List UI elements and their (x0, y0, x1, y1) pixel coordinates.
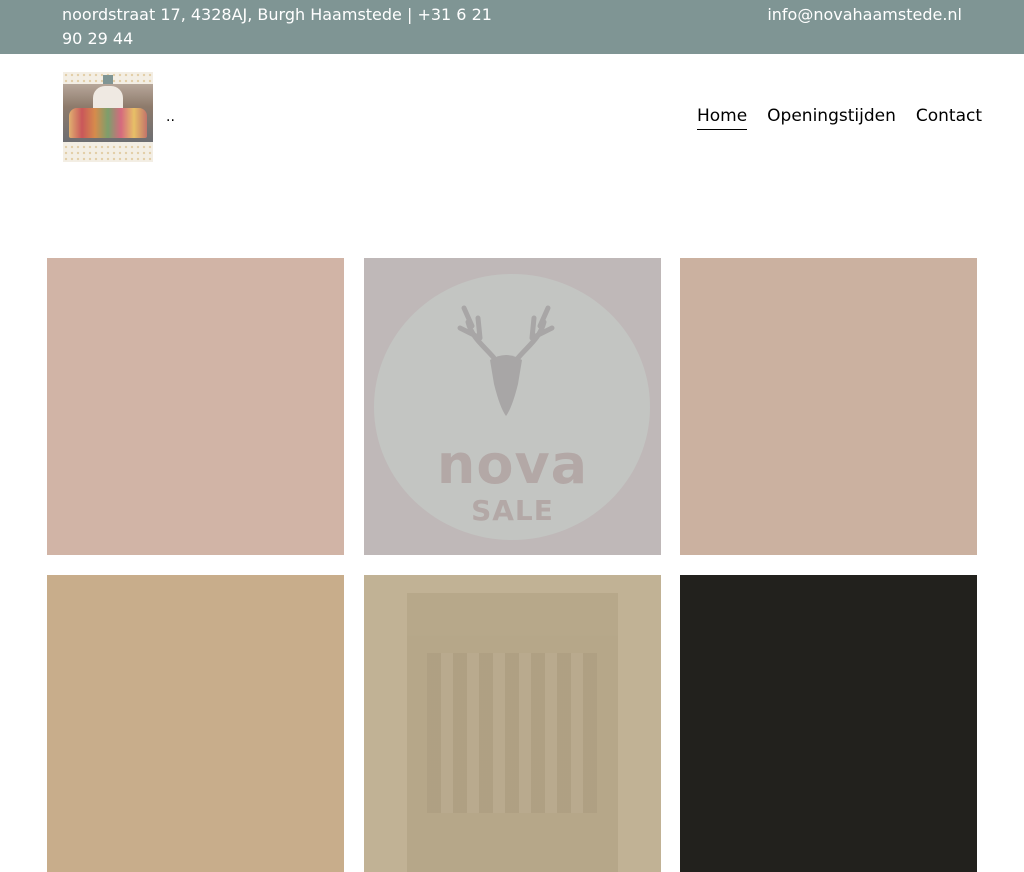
logo-badge (103, 75, 113, 84)
gallery-tile-1[interactable] (47, 258, 344, 555)
shopfront-image (407, 593, 618, 872)
site-header: .. Home Openingstijden Contact (0, 54, 1024, 184)
gallery-tile-sale[interactable]: nova SALE (364, 258, 661, 555)
logo-photo (63, 84, 153, 142)
logo-building (93, 86, 123, 108)
logo-people (69, 108, 147, 138)
deer-head-icon (457, 305, 555, 416)
gallery-tile-3[interactable] (680, 258, 977, 555)
shopfront-window (427, 653, 597, 813)
gallery-tile-shopfront[interactable] (364, 575, 661, 872)
main-nav: Home Openingstijden Contact (696, 104, 982, 130)
nav-item-contact[interactable]: Contact (916, 104, 982, 130)
gallery-tile-4[interactable] (47, 575, 344, 872)
site-title[interactable]: .. (166, 106, 178, 128)
nav-item-openingstijden[interactable]: Openingstijden (767, 104, 896, 130)
email-link[interactable]: info@novahaamstede.nl (767, 3, 962, 27)
store-address: noordstraat 17, 4328AJ, Burgh Haamstede … (62, 5, 492, 48)
site-logo[interactable] (63, 72, 153, 162)
sale-label: SALE (471, 494, 554, 527)
top-info-bar: noordstraat 17, 4328AJ, Burgh Haamstede … (0, 0, 1024, 54)
nav-item-home[interactable]: Home (696, 104, 748, 130)
nova-logo-text: nova (436, 433, 589, 496)
gallery-tile-6[interactable] (680, 575, 977, 872)
